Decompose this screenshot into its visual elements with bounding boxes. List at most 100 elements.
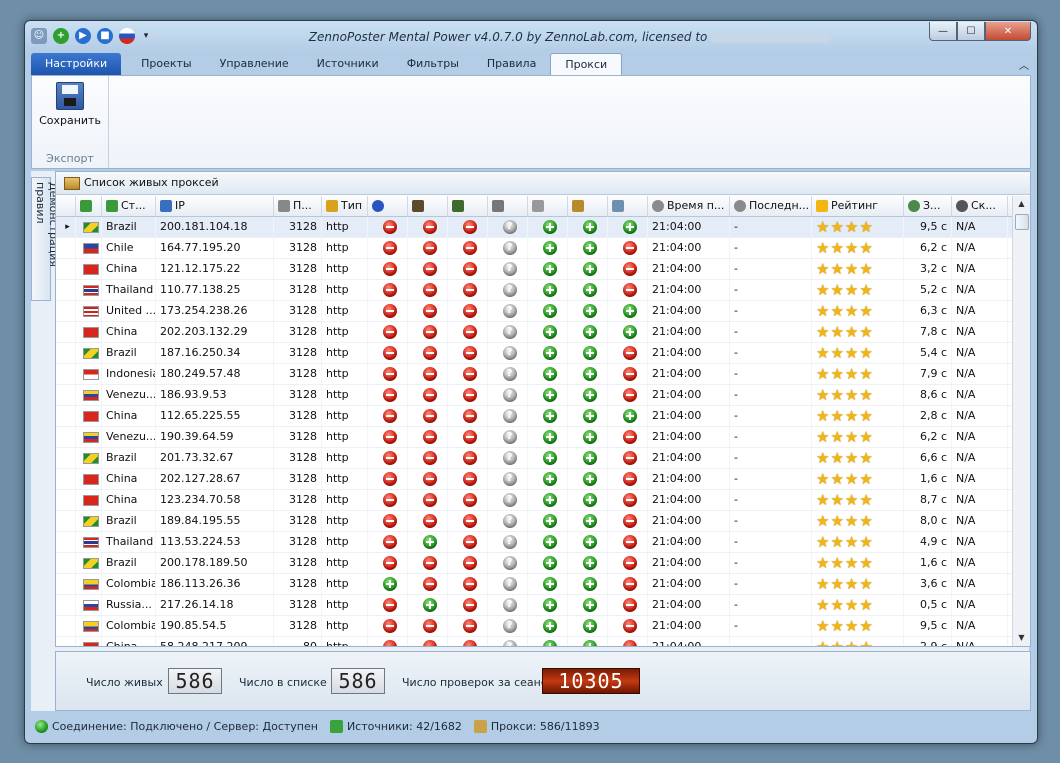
header-port-column[interactable]: П... [274,196,322,216]
play-icon[interactable]: ▶ [75,28,91,44]
row-indicator[interactable] [56,490,76,510]
table-row[interactable]: Brazil 201.73.32.67 3128 http? 21:04:00- ★ ★ ★ ★… [56,448,1012,469]
table-row[interactable]: China 123.234.70.58 3128 http? 21:04:00- ★ ★ ★ ★… [56,490,1012,511]
table-row[interactable]: Thailand 110.77.138.25 3128 http? 21:04:00- ★… [56,280,1012,301]
row-indicator[interactable] [56,343,76,363]
row-indicator[interactable] [56,448,76,468]
tab-projects[interactable]: Проекты [127,53,206,75]
table-row[interactable]: China 112.65.225.55 3128 http? 21:04:00- ★ ★ ★ ★… [56,406,1012,427]
header-delay-column[interactable]: З... [904,196,952,216]
minimize-button[interactable]: — [929,22,957,41]
language-flag-icon[interactable] [119,28,135,44]
check-time-cell: 21:04:00 [648,217,730,237]
row-indicator[interactable]: ▸ [56,217,76,237]
side-tab-rules-demo[interactable]: Демонстрация правил [31,177,60,301]
table-row[interactable]: Brazil 200.178.189.50 3128 http? 21:04:00- ★ ★… [56,553,1012,574]
status-cell [608,280,648,300]
header-check5-column[interactable] [528,196,568,216]
tab-filters[interactable]: Фильтры [393,53,473,75]
star-icon: ★ [830,280,844,299]
header-anonymity-column[interactable] [368,196,408,216]
flag-cell [76,616,102,636]
table-row[interactable]: Venezu... 186.93.9.53 3128 http? 21:04:00- ★ ★… [56,385,1012,406]
table-row[interactable]: Russia... 217.26.14.18 3128 http? 21:04:00- ★… [56,595,1012,616]
header-ssl-column[interactable] [488,196,528,216]
header-check7-column[interactable] [608,196,648,216]
tab-proxies[interactable]: Прокси [550,53,623,76]
row-indicator[interactable] [56,469,76,489]
header-check1-column[interactable] [408,196,448,216]
header-type-column[interactable]: Тип [322,196,368,216]
scroll-thumb[interactable] [1015,214,1029,230]
table-row[interactable]: China 202.127.28.67 3128 http? 21:04:00- ★ ★ ★ ★… [56,469,1012,490]
header-check6-column[interactable] [568,196,608,216]
header-last-check-column[interactable]: Последн... [730,196,812,216]
rating-cell: ★★★★ [812,616,904,636]
row-indicator[interactable] [56,406,76,426]
table-row[interactable]: China58.248.217.20980http?21:04:00-★★★★2… [56,637,1012,646]
type-cell: http [322,217,368,237]
row-indicator[interactable] [56,427,76,447]
row-indicator[interactable] [56,553,76,573]
maximize-button[interactable]: ☐ [957,22,985,41]
table-row[interactable]: Chile 164.77.195.20 3128 http? 21:04:00- ★ ★ ★ ★… [56,238,1012,259]
rating-cell: ★★★★ [812,280,904,300]
close-button[interactable]: ✕ [985,22,1031,41]
add-icon[interactable]: + [53,28,69,44]
table-row[interactable]: ▸ Brazil 200.181.104.18 3128 http? 21:04:00- ★… [56,217,1012,238]
star-icon: ★ [844,322,859,341]
header-flag-column[interactable] [76,196,102,216]
header-ip-column[interactable]: IP [156,196,274,216]
check-time-cell: 21:04:00 [648,532,730,552]
save-button[interactable]: Сохранить [38,82,102,127]
header-country-column[interactable]: Ст... [102,196,156,216]
row-indicator[interactable] [56,574,76,594]
stop-icon[interactable]: ■ [97,28,113,44]
collapse-ribbon-icon[interactable]: ︿ [1019,57,1029,72]
table-row[interactable]: China 202.203.132.29 3128 http? 21:04:00- ★ ★ ★… [56,322,1012,343]
table-row[interactable]: China 121.12.175.22 3128 http? 21:04:00- ★ ★ ★ ★… [56,259,1012,280]
row-indicator[interactable] [56,301,76,321]
table-row[interactable]: Brazil 187.16.250.34 3128 http? 21:04:00- ★ ★ ★… [56,343,1012,364]
table-row[interactable]: Colombia 186.113.26.36 3128 http? 21:04:00- ★… [56,574,1012,595]
table-row[interactable]: Thailand 113.53.224.53 3128 http? 21:04:00- ★… [56,532,1012,553]
row-indicator[interactable] [56,385,76,405]
customize-toolbar-icon[interactable]: ▾ [141,28,151,44]
scroll-down-icon[interactable]: ▼ [1013,630,1030,646]
country-flag-icon [82,326,99,338]
row-indicator[interactable] [56,280,76,300]
vertical-scrollbar[interactable]: ▲ ▼ [1012,196,1030,646]
table-row[interactable]: Venezu... 190.39.64.59 3128 http? 21:04:00- ★… [56,427,1012,448]
row-indicator[interactable] [56,595,76,615]
tab-management[interactable]: Управление [206,53,303,75]
app-menu-icon[interactable]: ☺ [31,28,47,44]
header-speed-column[interactable]: Ск... [952,196,1008,216]
header-check2-column[interactable] [448,196,488,216]
row-indicator[interactable] [56,616,76,636]
row-indicator[interactable] [56,637,76,646]
row-indicator[interactable] [56,238,76,258]
row-indicator[interactable] [56,259,76,279]
header-row-indicator[interactable] [56,196,76,216]
tab-rules[interactable]: Правила [473,53,550,75]
tab-settings[interactable]: Настройки [31,53,122,75]
quick-access-toolbar: ☺ + ▶ ■ ▾ [31,28,151,46]
tab-sources[interactable]: Источники [303,53,393,75]
check-fail-icon [462,598,477,612]
last-check-cell: - [730,595,812,615]
scroll-up-icon[interactable]: ▲ [1013,196,1030,212]
row-indicator[interactable] [56,364,76,384]
header-rating-column[interactable]: Рейтинг [812,196,904,216]
table-row[interactable]: Colombia 190.85.54.5 3128 http? 21:04:00- ★ ★ ★… [56,616,1012,637]
row-indicator[interactable] [56,511,76,531]
check-time-cell: 21:04:00 [648,301,730,321]
row-indicator[interactable] [56,322,76,342]
star-icon: ★ [816,280,830,299]
type-cell: http [322,238,368,258]
table-row[interactable]: Indonesia 180.249.57.48 3128 http? 21:04:00-… [56,364,1012,385]
row-indicator[interactable] [56,532,76,552]
table-row[interactable]: Brazil 189.84.195.55 3128 http? 21:04:00- ★ ★ ★… [56,511,1012,532]
check-fail-icon [622,346,637,360]
table-row[interactable]: United ... 173.254.238.26 3128 http? 21:04:0… [56,301,1012,322]
header-check-time-column[interactable]: Время п... [648,196,730,216]
